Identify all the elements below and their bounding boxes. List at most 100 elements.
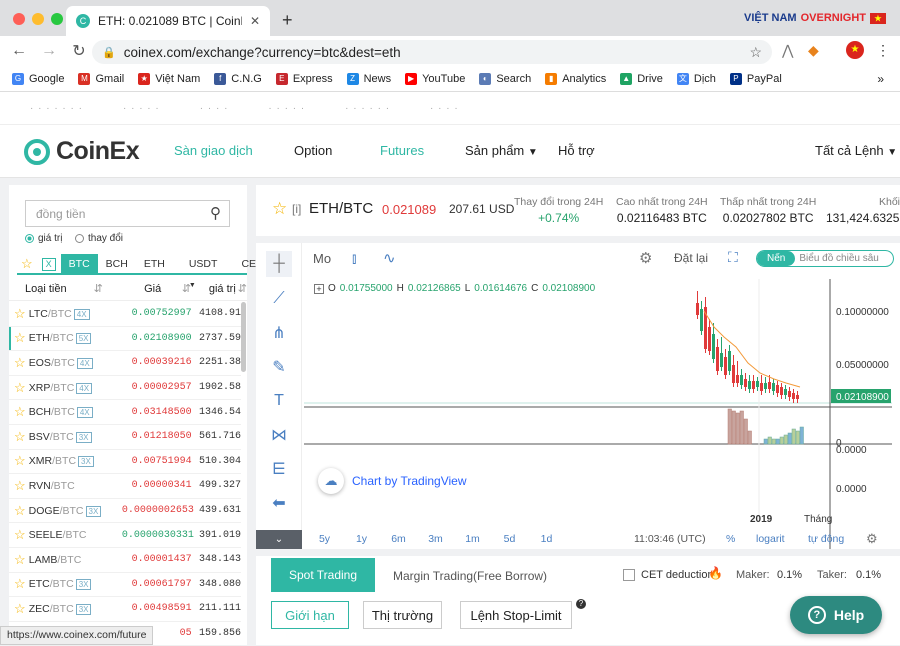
tradingview-attribution[interactable]: ☁ Chart by TradingView xyxy=(318,468,467,494)
tab-close-icon[interactable]: ✕ xyxy=(250,14,260,28)
search-icon[interactable]: ⚲ xyxy=(210,204,221,222)
favorite-star-icon[interactable]: ☆ xyxy=(11,478,29,494)
mode-candles[interactable]: Nến xyxy=(757,251,796,266)
mode-depth[interactable]: Biểu đồ chiều sâu xyxy=(795,253,879,264)
bookmark-item[interactable]: 文 Dịch xyxy=(676,72,716,85)
favorite-star-icon[interactable]: ☆ xyxy=(11,306,29,322)
close-window-button[interactable] xyxy=(13,13,25,25)
market-row[interactable]: ☆ BCH/BTC 4X 0.03148500 1346.54 xyxy=(9,400,241,425)
pattern-tool-icon[interactable]: ⋈ xyxy=(266,422,292,448)
candle-type-icon[interactable]: ⫾ xyxy=(352,250,356,267)
cet-deduction-checkbox[interactable] xyxy=(623,569,635,581)
favorite-star-icon[interactable]: ☆ xyxy=(11,380,29,396)
market-row[interactable]: ☆ ZEC/BTC 3X 0.00498591 211.111 xyxy=(9,597,241,622)
maximize-window-button[interactable] xyxy=(51,13,63,25)
range-button[interactable]: 5d xyxy=(491,533,528,545)
favorite-star-icon[interactable]: ☆ xyxy=(11,527,29,543)
range-button[interactable]: 1d xyxy=(528,533,565,545)
extension-icon[interactable]: ⋀ xyxy=(782,42,793,59)
tab-btc[interactable]: BTC xyxy=(60,254,98,274)
range-button[interactable]: 6m xyxy=(380,533,417,545)
sort-arrows-icon[interactable]: ⇵ xyxy=(94,282,118,295)
favorite-star-icon[interactable]: ☆ xyxy=(11,330,29,346)
margin-filter-icon[interactable]: X xyxy=(41,257,56,271)
bookmark-item[interactable]: ★ Việt Nam xyxy=(138,72,200,85)
bookmark-item[interactable]: M Gmail xyxy=(78,72,124,85)
market-row[interactable]: ☆ XMR/BTC 3X 0.00751994 510.304 xyxy=(9,450,241,475)
address-bar[interactable]: 🔒 coinex.com/exchange?currency=btc&dest=… xyxy=(92,40,772,64)
favorite-star-icon[interactable]: ☆ xyxy=(272,199,287,219)
tab-margin-trading[interactable]: Margin Trading(Free Borrow) xyxy=(393,569,547,583)
price-chart[interactable]: 0.10000000 0.05000000 0.02108900 0 0.000… xyxy=(304,279,900,549)
fullscreen-icon[interactable]: ⛶ xyxy=(728,249,738,266)
bookmark-item[interactable]: P PayPal xyxy=(729,72,782,85)
range-button[interactable]: 5y xyxy=(306,533,343,545)
help-question-icon[interactable]: ? xyxy=(576,599,586,609)
log-scale-toggle[interactable]: logarit xyxy=(756,533,785,545)
chart-mode-toggle[interactable]: Nến Biểu đồ chiều sâu xyxy=(756,250,894,267)
metamask-icon[interactable]: ◆ xyxy=(808,42,819,59)
col-pair-header[interactable]: Loại tiền xyxy=(9,283,94,295)
range-button[interactable]: 1y xyxy=(343,533,380,545)
order-type-limit[interactable]: Giới hạn xyxy=(271,601,349,629)
tab-spot-trading[interactable]: Spot Trading xyxy=(271,558,375,592)
order-type-stop-limit[interactable]: Lệnh Stop-Limit xyxy=(460,601,572,629)
indicators-icon[interactable]: ∿ xyxy=(383,249,396,267)
market-row[interactable]: ☆ LTC/BTC 4X 0.00752997 4108.91 xyxy=(9,302,241,327)
pitchfork-icon[interactable]: ⋔ xyxy=(266,320,292,346)
favorite-star-icon[interactable]: ☆ xyxy=(11,576,29,592)
percent-scale-toggle[interactable]: % xyxy=(726,533,735,545)
market-row[interactable]: ☆ ETH/BTC 5X 0.02108900 2737.59 xyxy=(9,326,241,352)
nav-exchange[interactable]: Sàn giao dịch xyxy=(174,143,253,158)
nav-products[interactable]: Sản phẩm ▼ xyxy=(465,143,538,158)
market-row[interactable]: ☆ RVN/BTC 0.00000341 499.327 xyxy=(9,474,241,499)
order-type-market[interactable]: Thị trường xyxy=(363,601,442,629)
bookmark-item[interactable]: G Google xyxy=(12,72,64,85)
favorite-star-icon[interactable]: ☆ xyxy=(11,429,29,445)
browser-tab[interactable]: C ETH: 0.021089 BTC | CoinEx - ✕ xyxy=(66,6,270,36)
nav-support[interactable]: Hỗ trợ xyxy=(558,143,595,158)
market-row[interactable]: ☆ DOGE/BTC 3X 0.0000002653 439.631 xyxy=(9,499,241,524)
bookmark-item[interactable]: ◐ Search xyxy=(479,72,531,85)
bookmark-item[interactable]: f C.N.G xyxy=(214,72,262,85)
favorite-star-icon[interactable]: ☆ xyxy=(11,552,29,568)
chart-settings-icon[interactable]: ⚙ xyxy=(866,531,878,547)
sort-by-value-radio[interactable]: giá trị xyxy=(25,233,62,244)
brush-icon[interactable]: ✎ xyxy=(266,354,292,380)
info-bracket[interactable]: [i] xyxy=(292,202,301,216)
tab-bch[interactable]: BCH xyxy=(98,254,136,274)
tab-eth[interactable]: ETH xyxy=(136,254,173,274)
coinex-logo[interactable]: CoinEx xyxy=(24,137,140,166)
minimize-window-button[interactable] xyxy=(32,13,44,25)
nav-option[interactable]: Option xyxy=(294,143,332,158)
interval-selector[interactable]: Mo xyxy=(313,251,331,266)
new-tab-button[interactable]: + xyxy=(282,10,293,31)
favorites-star-icon[interactable]: ☆ xyxy=(17,254,37,274)
bookmark-item[interactable]: ▶ YouTube xyxy=(405,72,465,85)
market-row[interactable]: ☆ XRP/BTC 4X 0.00002957 1902.58 xyxy=(9,376,241,401)
bookmark-item[interactable]: Z News xyxy=(346,72,391,85)
market-row[interactable]: ☆ ETC/BTC 3X 0.00061797 348.080 xyxy=(9,573,241,598)
nav-futures[interactable]: Futures xyxy=(380,143,424,158)
sort-arrows-icon[interactable]: ⇵ xyxy=(238,282,247,295)
favorite-star-icon[interactable]: ☆ xyxy=(11,355,29,371)
trend-line-icon[interactable]: ⟋ xyxy=(266,286,292,312)
market-row[interactable]: ☆ SEELE/BTC 0.0000030331 391.019 xyxy=(9,523,241,548)
bookmark-item[interactable]: ▮ Analytics xyxy=(545,72,606,85)
market-row[interactable]: ☆ BSV/BTC 3X 0.01218050 561.716 xyxy=(9,425,241,450)
text-tool-icon[interactable]: T xyxy=(266,388,292,414)
market-row[interactable]: ☆ LAMB/BTC 0.00001437 348.143 xyxy=(9,548,241,573)
bookmark-item[interactable]: E Express xyxy=(275,72,333,85)
fib-tool-icon[interactable]: ⋿ xyxy=(266,456,292,482)
coin-search-input[interactable]: đồng tiền ⚲ xyxy=(25,200,230,227)
profile-avatar[interactable]: ★ xyxy=(846,41,864,59)
favorite-star-icon[interactable]: ☆ xyxy=(11,601,29,617)
favorite-star-icon[interactable]: ☆ xyxy=(11,503,29,519)
col-volume-header[interactable]: giá trị xyxy=(191,283,236,295)
menu-kebab-icon[interactable]: ⋮ xyxy=(876,42,890,59)
forward-arrow-icon[interactable]: → xyxy=(34,42,64,60)
market-row[interactable]: ☆ EOS/BTC 4X 0.00039216 2251.38 xyxy=(9,351,241,376)
back-arrow-icon[interactable]: ← xyxy=(4,42,34,60)
bookmark-item[interactable]: ▲ Drive xyxy=(620,72,663,85)
reload-icon[interactable]: ↻ xyxy=(64,41,94,61)
